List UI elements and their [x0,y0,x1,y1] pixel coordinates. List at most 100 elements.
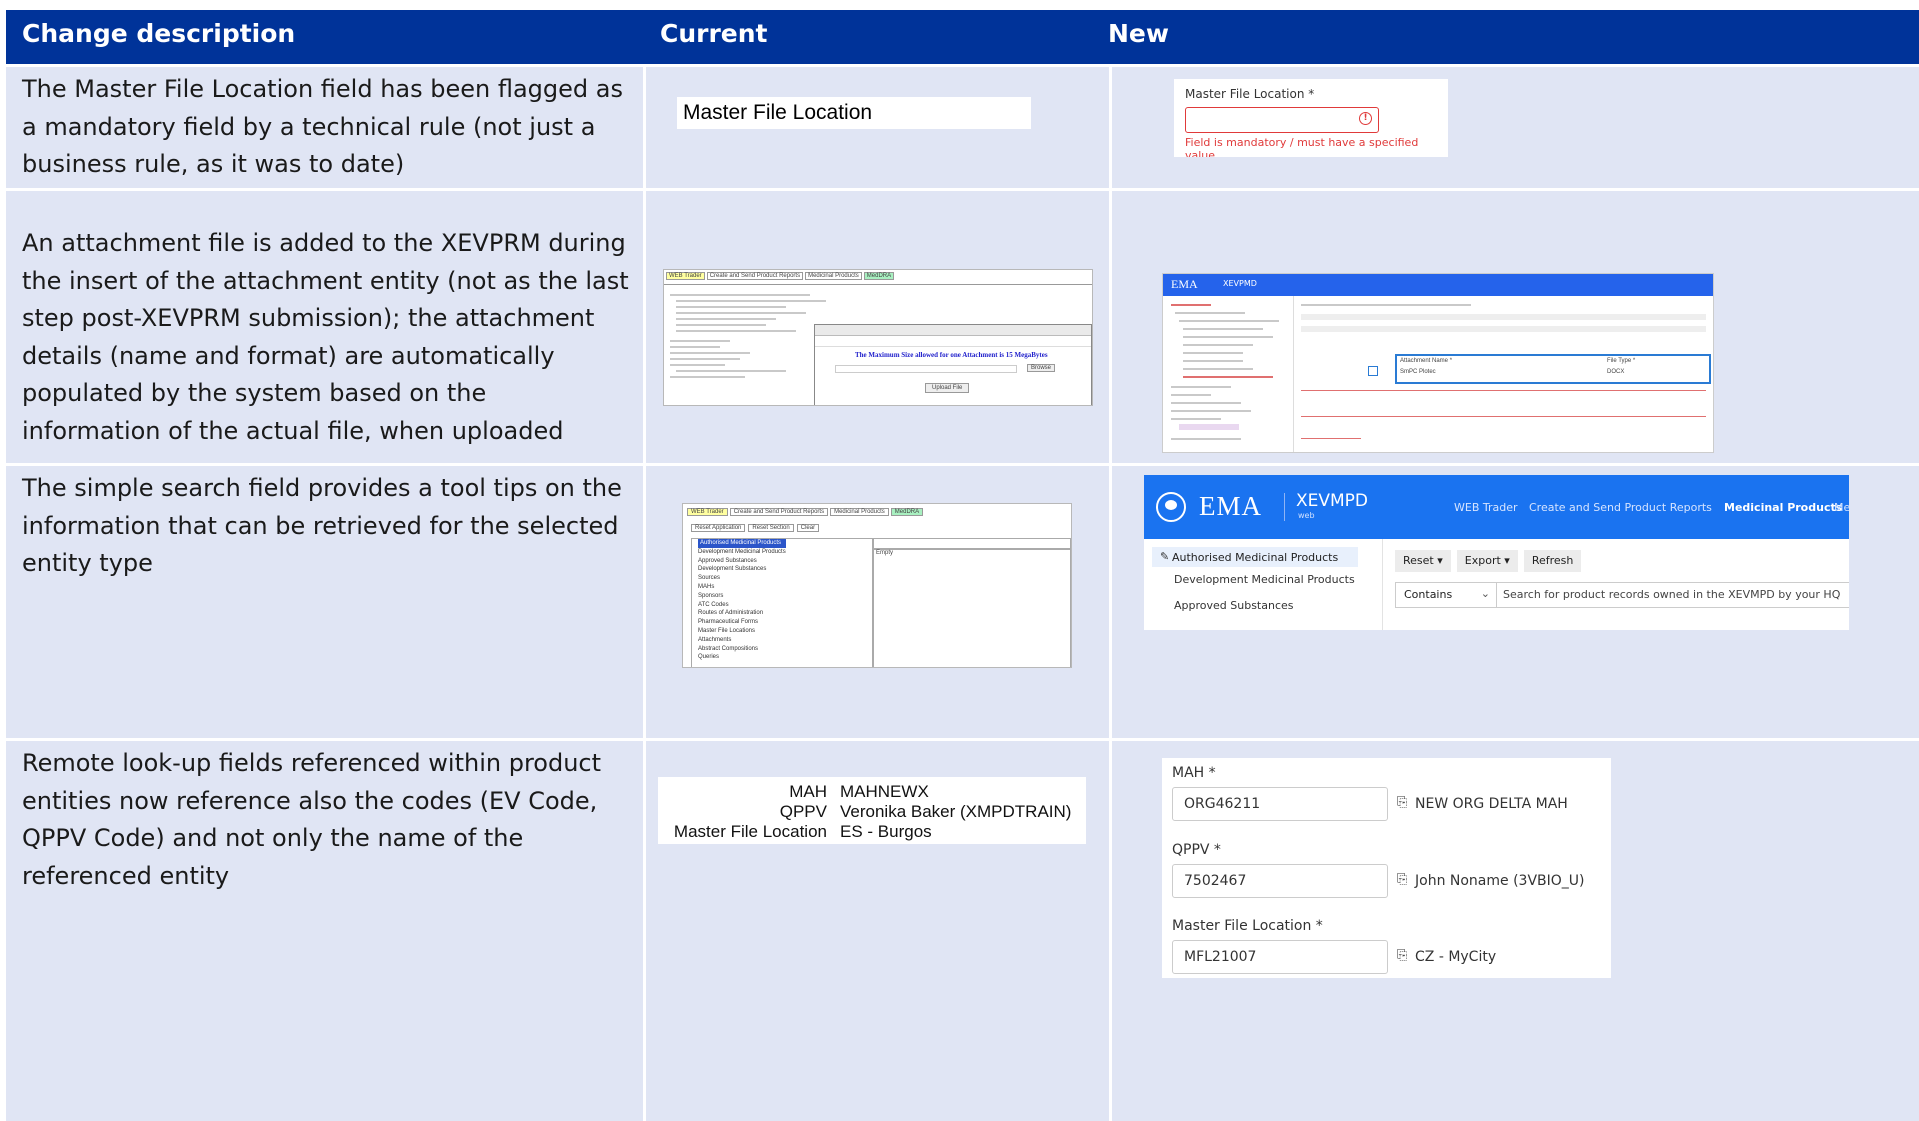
qppv-label: QPPV * [1172,842,1221,858]
table-row: The Master File Location field has been … [6,67,1919,188]
export-button[interactable]: Export ▾ [1456,550,1518,572]
tree-item[interactable]: Abstract Compositions [698,645,786,654]
mah-code: ORG46211 [1184,796,1261,812]
sidebar-item-approved-substances[interactable]: Approved Substances [1174,599,1294,612]
new-attachment-screenshot: EMA XEVPMD Attachment Name * SmPC Plotec… [1162,273,1714,453]
row-description: An attachment file is added to the XEVPR… [22,229,629,445]
search-placeholder: Search for product records owned in the … [1503,588,1841,601]
field-label: Master File Location * [1185,87,1315,101]
app-header: EMA XEVMPD web WEB Trader Create and Sen… [1144,475,1849,539]
field-label: Master File Location [673,822,827,841]
mah-name: NEW ORG DELTA MAH [1415,796,1568,812]
tab-meddra[interactable]: MedDRA [863,272,895,280]
reset-button[interactable]: Reset ▾ [1395,550,1451,572]
result-panel: Empty [873,548,1071,667]
field-value: Veronika Baker (XMPDTRAIN) [840,802,1072,821]
ema-logo-icon [1156,492,1186,522]
tree-item[interactable]: Attachments [698,636,786,645]
attachment-name-value: SmPC Plotec [1400,369,1436,375]
reset-application-button[interactable]: Reset Application [691,524,746,532]
nav-create-send[interactable]: Create and Send Product Reports [1529,501,1712,514]
qppv-code-input[interactable]: 7502467 [1172,864,1388,898]
mfl-code: MFL21007 [1184,949,1257,965]
tab-create-send[interactable]: Create and Send Product Reports [706,272,804,280]
tree-item[interactable]: Routes of Administration [698,609,786,618]
field-value: MAHNEWX [840,782,929,801]
sidebar-tree [1163,296,1294,452]
current-attachment-screenshot: WEB Trader Create and Send Product Repor… [663,269,1093,406]
app-name: XEVMPD [1296,491,1369,511]
size-notice: The Maximum Size allowed for one Attachm… [855,351,1048,359]
row-description: The simple search field provides a tool … [22,474,622,577]
mah-code-input[interactable]: ORG46211 [1172,787,1388,821]
nav-medicinal-products[interactable]: Medicinal Products [1724,501,1842,514]
tab-create-send[interactable]: Create and Send Product Reports [729,508,829,516]
tab-web-trader[interactable]: WEB Trader [666,272,705,280]
table-row: An attachment file is added to the XEVPR… [6,191,1919,463]
empty-label: Empty [876,550,894,556]
tab-medicinal-products[interactable]: Medicinal Products [805,272,862,280]
chevron-down-icon: ⌄ [1480,587,1490,600]
tree-item[interactable]: Development Medicinal Products [698,548,786,557]
tree-item[interactable]: Pharmaceutical Forms [698,618,786,627]
tree-item[interactable]: MAHs [698,583,786,592]
header-change-description: Change description [22,19,296,48]
refresh-button[interactable]: Refresh [1523,550,1582,572]
upload-icon[interactable] [1368,366,1378,376]
tab-medicinal-products[interactable]: Medicinal Products [830,508,889,516]
tree-item[interactable]: Authorised Medicinal Products [698,539,786,548]
reset-label: Reset [1403,554,1434,567]
qppv-code: 7502467 [1184,873,1247,889]
tree-item[interactable]: Queries [698,653,786,662]
tree-item[interactable]: Approved Substances [698,557,786,566]
upload-file-button[interactable]: Upload File [925,383,970,393]
reset-section-button[interactable]: Reset Section [748,524,794,532]
app-subtitle: web [1298,511,1315,520]
app-name: XEVPMD [1223,279,1257,288]
nav-more[interactable]: Me [1834,501,1849,514]
tab-meddra[interactable]: MedDRA [890,508,924,516]
pencil-icon: ✎ [1160,550,1170,563]
nav-web-trader[interactable]: WEB Trader [1454,501,1518,514]
tree-item[interactable]: Master File Locations [698,627,786,636]
master-file-location-input[interactable]: ! [1185,107,1379,133]
mah-label: MAH * [1172,765,1216,781]
tree-item[interactable]: Sources [698,574,786,583]
app-header: EMA XEVPMD [1163,274,1713,296]
clipboard-icon[interactable]: ⎘ [1397,872,1407,887]
new-master-file-location-field: Master File Location * ! Field is mandat… [1174,79,1448,157]
logo: EMA [1171,277,1198,291]
mfl-code-input[interactable]: MFL21007 [1172,940,1388,974]
toolbar: Reset ▾ Export ▾ Refresh [1395,550,1582,572]
tree-item[interactable]: Development Substances [698,565,786,574]
tab-bar: WEB Trader Create and Send Product Repor… [687,508,924,516]
tree-item[interactable]: ATC Codes [698,601,786,610]
logo-text: EMA [1199,491,1262,521]
alert-circle-icon: ! [1359,112,1372,125]
current-search-screenshot: WEB Trader Create and Send Product Repor… [682,503,1072,668]
row-description: Remote look-up fields referenced within … [22,749,602,890]
tab-web-trader[interactable]: WEB Trader [687,508,728,516]
browse-button[interactable]: Browse [1027,364,1056,372]
sidebar-item-authorised[interactable]: ✎ Authorised Medicinal Products [1152,547,1358,567]
upload-dialog: The Maximum Size allowed for one Attachm… [814,324,1092,405]
error-message: Field is mandatory / must have a specifi… [1185,136,1419,157]
row-description: The Master File Location field has been … [22,75,623,178]
sidebar-item-development[interactable]: Development Medicinal Products [1174,573,1355,586]
table-row: The simple search field provides a tool … [6,466,1919,738]
button-bar: Reset Application Reset Section Clear [691,524,820,532]
header-current: Current [660,19,768,48]
attachment-name-label: Attachment Name * [1400,358,1453,364]
contains-select[interactable]: Contains ⌄ [1395,582,1497,608]
entity-tree: Authorised Medicinal Products Developmen… [691,538,873,667]
clipboard-icon[interactable]: ⎘ [1397,948,1407,963]
clear-button[interactable]: Clear [796,524,820,532]
mfl-label: Master File Location * [1172,918,1323,934]
field-value: ES - Burgos [840,822,932,841]
tree-item[interactable]: Sponsors [698,592,786,601]
sidebar-item-label: Authorised Medicinal Products [1172,551,1339,564]
clipboard-icon[interactable]: ⎘ [1397,795,1407,810]
search-input[interactable]: Search for product records owned in the … [1495,582,1849,608]
field-label: MAH [789,782,827,801]
header-new: New [1108,19,1169,48]
